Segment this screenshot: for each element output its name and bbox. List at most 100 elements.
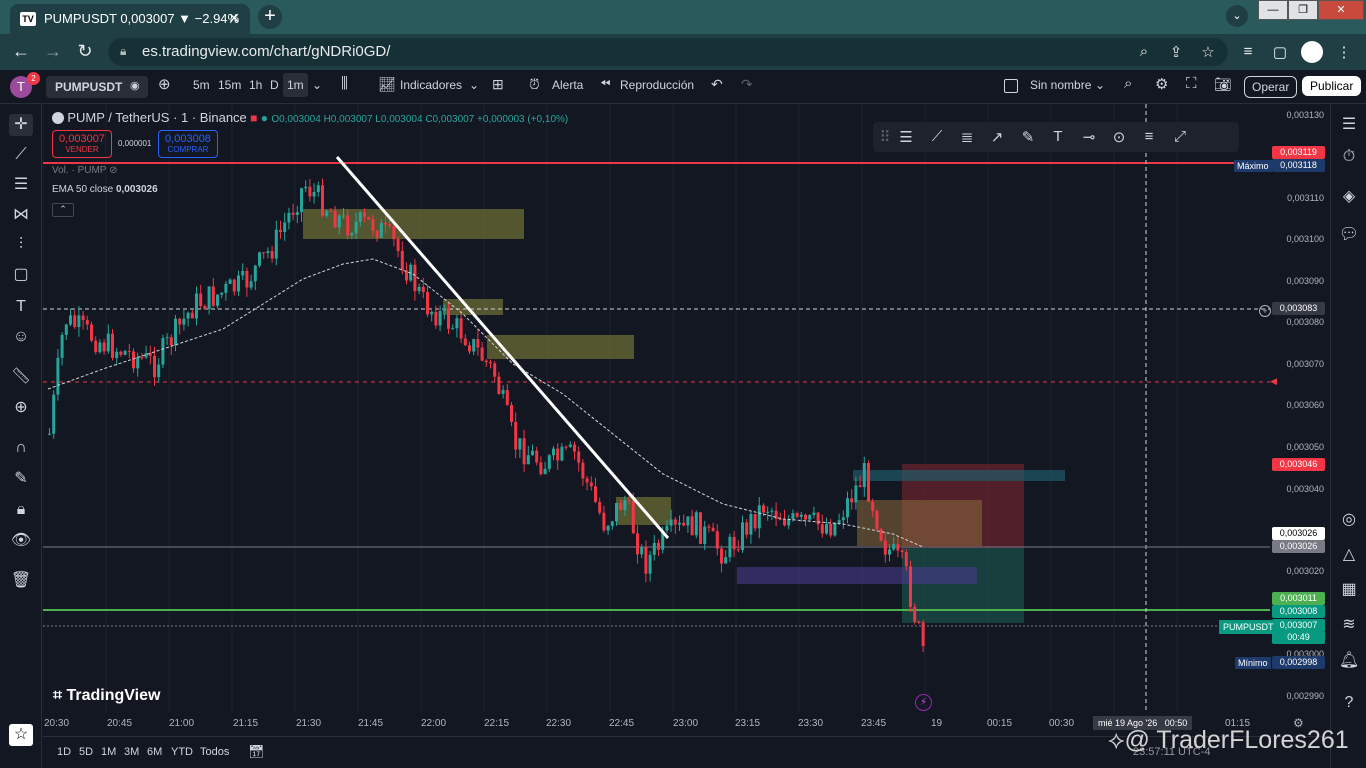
- pattern-icon[interactable]: ⋈: [9, 204, 33, 226]
- interval-15m[interactable]: 15m: [218, 78, 241, 92]
- range-5D[interactable]: 5D: [79, 746, 93, 758]
- hidden-eye-icon[interactable]: ⊘: [109, 165, 117, 176]
- zoom-in-icon[interactable]: ⊕: [9, 397, 33, 419]
- range-3M[interactable]: 3M: [124, 746, 139, 758]
- trendline-icon[interactable]: ⟋: [9, 144, 33, 166]
- menu-dots-icon[interactable]: ⋮: [1334, 43, 1354, 61]
- bookmark-star-icon[interactable]: ☆: [1198, 43, 1218, 61]
- layout-checkbox[interactable]: [1004, 79, 1018, 93]
- new-tab-button[interactable]: +: [258, 5, 282, 29]
- lock-drawings-icon[interactable]: 🔒︎: [9, 499, 33, 521]
- target-icon[interactable]: ◎: [1338, 509, 1360, 531]
- range-1M[interactable]: 1M: [101, 746, 116, 758]
- hide-drawings-icon[interactable]: 👁︎: [9, 530, 33, 552]
- trade-button[interactable]: Operar: [1244, 76, 1298, 98]
- help-icon[interactable]: ?: [1338, 694, 1360, 716]
- ideas-icon[interactable]: △: [1338, 544, 1360, 566]
- favorites-star-icon[interactable]: ☆: [9, 724, 33, 746]
- text-tool-icon[interactable]: T: [1048, 128, 1068, 145]
- url-field[interactable]: 🔒︎ es.tradingview.com/chart/gNDRi0GD/: [108, 38, 1228, 66]
- snapshot-camera-icon[interactable]: 📷︎: [1214, 76, 1232, 93]
- interval-D[interactable]: D: [270, 78, 279, 92]
- indicators-button[interactable]: Indicadores: [400, 78, 462, 92]
- drag-handle-icon[interactable]: ⠿: [875, 128, 895, 146]
- browser-tab[interactable]: TV PUMPUSDT 0,003007 ▼ −2.94% ✕: [10, 4, 250, 34]
- range-all[interactable]: Todos: [200, 746, 229, 758]
- layout-name[interactable]: Sin nombre: [1030, 78, 1091, 92]
- reload-icon[interactable]: ↻: [74, 41, 96, 62]
- indicators-dropdown-icon[interactable]: ⌄: [469, 78, 479, 92]
- brush-tool-icon[interactable]: ✎: [1018, 128, 1038, 146]
- fullscreen-icon[interactable]: ⛶: [1186, 75, 1197, 92]
- stay-drawing-icon[interactable]: ✎: [9, 468, 33, 490]
- chart-canvas[interactable]: [43, 104, 1270, 712]
- templates-icon[interactable]: ⊞: [492, 76, 504, 93]
- shapes-icon[interactable]: ▢: [9, 264, 33, 286]
- zoom-icon[interactable]: ⌕: [1134, 43, 1154, 60]
- price-axis[interactable]: 0,003130 0,003110 0,003100 0,003090 0,00…: [1259, 104, 1330, 712]
- range-1D[interactable]: 1D: [57, 746, 71, 758]
- replay-button[interactable]: Reproducción: [620, 78, 694, 92]
- layers-icon[interactable]: ◈: [1338, 186, 1360, 208]
- redo-icon[interactable]: ↷: [741, 76, 753, 93]
- buy-button[interactable]: 0,003008 COMPRAR: [158, 130, 218, 158]
- fib-icon[interactable]: ☰: [9, 174, 33, 196]
- add-alert-plus-icon[interactable]: +: [1259, 305, 1271, 317]
- circle-tool-icon[interactable]: ⊙: [1109, 128, 1129, 146]
- minimize-button[interactable]: —: [1258, 0, 1288, 20]
- zone-rect[interactable]: [737, 567, 977, 584]
- interval-dropdown-icon[interactable]: ⌄: [312, 78, 322, 92]
- alert-button[interactable]: Alerta: [552, 78, 583, 92]
- interval-1h[interactable]: 1h: [249, 78, 262, 92]
- measure-tool-icon[interactable]: ⤢: [1170, 128, 1190, 145]
- share-icon[interactable]: ⇪: [1166, 43, 1186, 61]
- magnet-icon[interactable]: ∩: [9, 437, 33, 459]
- arrow-tool-icon[interactable]: ↗: [987, 128, 1007, 146]
- ray-tool-icon[interactable]: ⊸: [1079, 128, 1099, 146]
- sidepanel-icon[interactable]: ▢: [1270, 43, 1290, 61]
- settings-gear-icon[interactable]: ⚙: [1155, 75, 1168, 93]
- compare-add-icon[interactable]: ⊕: [158, 75, 171, 93]
- trash-icon[interactable]: 🗑︎: [9, 570, 33, 592]
- zone-rect[interactable]: [853, 470, 1065, 481]
- chart-pane[interactable]: PUMP / TetherUS · 1 · Binance ■ ● O0,003…: [43, 104, 1270, 712]
- close-window-button[interactable]: ✕: [1318, 0, 1364, 20]
- ruler-icon[interactable]: 📏︎: [9, 366, 33, 388]
- interval-5m[interactable]: 5m: [193, 78, 210, 92]
- collapse-legend-icon[interactable]: ⌃: [52, 203, 74, 217]
- range-YTD[interactable]: YTD: [171, 746, 193, 758]
- notifications-bell-icon[interactable]: 🔔︎: [1338, 650, 1360, 672]
- layout-dropdown-icon[interactable]: ⌄: [1095, 78, 1105, 92]
- symbol-search-button[interactable]: PUMPUSDT ◉: [46, 76, 148, 98]
- maximize-button[interactable]: ❐: [1288, 0, 1318, 20]
- candle-type-icon[interactable]: ⫼: [341, 75, 348, 92]
- calendar-icon[interactable]: ▦: [1338, 579, 1360, 601]
- lightning-event-icon[interactable]: ⚡︎: [915, 694, 932, 711]
- watchlist-icon[interactable]: ☰: [1338, 114, 1360, 136]
- chat-icon[interactable]: 💬︎: [1338, 224, 1360, 246]
- text-tool-icon[interactable]: T: [9, 296, 33, 318]
- forward-icon[interactable]: →: [42, 41, 64, 62]
- streams-icon[interactable]: ≋: [1338, 614, 1360, 636]
- publish-button[interactable]: Publicar: [1302, 76, 1362, 96]
- forecast-icon[interactable]: ⫶: [9, 234, 33, 256]
- media-icon[interactable]: ≡: [1238, 43, 1258, 60]
- quick-search-icon[interactable]: ⌕: [1124, 75, 1132, 92]
- undo-icon[interactable]: ↶: [711, 76, 723, 93]
- hline-tool-icon[interactable]: ☰: [896, 128, 916, 146]
- sell-button[interactable]: 0,003007 VENDER: [52, 130, 112, 158]
- profile-avatar[interactable]: [1301, 41, 1323, 63]
- fib-tool-icon[interactable]: ≡: [1139, 128, 1159, 145]
- back-icon[interactable]: ←: [10, 41, 32, 62]
- goto-date-icon[interactable]: 📅︎: [248, 744, 265, 760]
- interval-1m[interactable]: 1m: [283, 73, 308, 97]
- emoji-icon[interactable]: ☺: [9, 326, 33, 348]
- crosshair-icon[interactable]: ✛: [9, 114, 33, 136]
- channel-tool-icon[interactable]: ≣: [957, 128, 977, 146]
- line-tool-icon[interactable]: ⟋: [927, 128, 947, 145]
- close-tab-icon[interactable]: ✕: [228, 10, 240, 27]
- range-6M[interactable]: 6M: [147, 746, 162, 758]
- tab-search-icon[interactable]: ⌄: [1226, 5, 1248, 27]
- alerts-clock-icon[interactable]: ⏱︎: [1338, 148, 1360, 170]
- reward-zone[interactable]: [902, 548, 1024, 623]
